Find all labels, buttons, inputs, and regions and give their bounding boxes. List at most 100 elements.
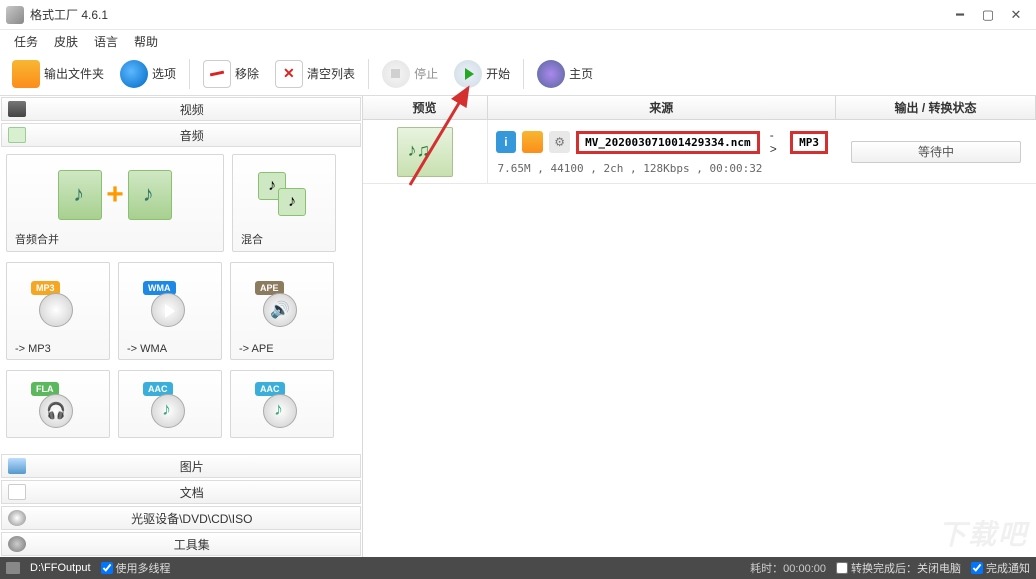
close-button[interactable]: ✕ <box>1002 4 1030 26</box>
menu-task[interactable]: 任务 <box>6 31 46 52</box>
task-source-filename: MV_202003071001429334.ncm <box>576 131 760 154</box>
stop-icon <box>382 60 410 88</box>
remove-icon <box>203 60 231 88</box>
category-tools[interactable]: 工具集 <box>1 532 361 556</box>
home-button[interactable]: 主页 <box>531 56 599 92</box>
folder-icon <box>12 60 40 88</box>
arrow-to-icon: -> <box>770 128 780 156</box>
remove-button[interactable]: 移除 <box>197 56 265 92</box>
left-panel: 视频 音频 + 音频合并 混合 MP3 -> MP3 <box>0 96 363 557</box>
card-to-aac-2[interactable]: AAC <box>230 370 334 438</box>
col-preview[interactable]: 预览 <box>363 96 488 119</box>
maximize-button[interactable]: ▢ <box>974 4 1002 26</box>
toolbar-separator <box>523 59 524 89</box>
task-info-button[interactable]: i <box>496 131 517 153</box>
category-video[interactable]: 视频 <box>1 97 361 121</box>
task-target-format: MP3 <box>790 131 828 154</box>
statusbar-output-path[interactable]: D:\FFOutput <box>30 562 91 574</box>
notify-checkbox-input[interactable] <box>971 562 983 574</box>
category-picture[interactable]: 图片 <box>1 454 361 478</box>
category-picture-label: 图片 <box>30 458 354 475</box>
menu-help[interactable]: 帮助 <box>126 31 166 52</box>
options-label: 选项 <box>152 65 176 82</box>
card-merge-label: 音频合并 <box>15 231 215 247</box>
category-video-label: 视频 <box>30 101 354 118</box>
notify-label: 完成通知 <box>986 560 1030 576</box>
disc-icon <box>8 510 26 526</box>
start-button[interactable]: 开始 <box>448 56 516 92</box>
toolbar-separator <box>368 59 369 89</box>
col-status[interactable]: 输出 / 转换状态 <box>836 96 1036 119</box>
stop-button[interactable]: 停止 <box>376 56 444 92</box>
task-media-details: 7.65M , 44100 , 2ch , 128Kbps , 00:00:32 <box>496 162 828 175</box>
task-status-cell: 等待中 <box>836 120 1036 183</box>
clear-list-button[interactable]: 清空列表 <box>269 56 361 92</box>
card-to-fla[interactable]: FLA <box>6 370 110 438</box>
menu-skin[interactable]: 皮肤 <box>46 31 86 52</box>
mp3-icon: MP3 <box>29 281 87 329</box>
audio-icon <box>8 127 26 143</box>
shutdown-checkbox-input[interactable] <box>836 562 848 574</box>
toolbar-separator <box>189 59 190 89</box>
multithread-label: 使用多线程 <box>116 560 171 576</box>
options-button[interactable]: 选项 <box>114 56 182 92</box>
document-icon <box>8 484 26 500</box>
col-source[interactable]: 来源 <box>488 96 836 119</box>
picture-icon <box>8 458 26 474</box>
options-icon <box>120 60 148 88</box>
start-label: 开始 <box>486 65 510 82</box>
done-notify-checkbox[interactable]: 完成通知 <box>971 560 1030 576</box>
statusbar: D:\FFOutput 使用多线程 耗时：00:00:00 转换完成后：关闭电脑… <box>0 557 1036 579</box>
multithread-checkbox-input[interactable] <box>101 562 113 574</box>
shutdown-after-checkbox[interactable]: 转换完成后：关闭电脑 <box>836 560 961 576</box>
task-settings-button[interactable]: ⚙ <box>549 131 570 153</box>
fla-icon: FLA <box>29 382 87 430</box>
category-audio[interactable]: 音频 <box>1 123 361 147</box>
main-area: 视频 音频 + 音频合并 混合 MP3 -> MP3 <box>0 96 1036 557</box>
menu-language[interactable]: 语言 <box>86 31 126 52</box>
category-document-label: 文档 <box>30 484 354 501</box>
card-mix-label: 混合 <box>241 231 327 247</box>
tools-icon <box>8 536 26 552</box>
elapsed-time: 耗时：00:00:00 <box>750 560 826 576</box>
window-title: 格式工厂 4.6.1 <box>30 6 946 23</box>
right-panel: 预览 来源 输出 / 转换状态 i ⚙ MV_20200307100142933… <box>363 96 1036 557</box>
task-open-folder-button[interactable] <box>522 131 543 153</box>
card-to-ape[interactable]: APE -> APE <box>230 262 334 360</box>
multithread-checkbox[interactable]: 使用多线程 <box>101 560 171 576</box>
window-controls: ━ ▢ ✕ <box>946 4 1030 26</box>
menubar: 任务 皮肤 语言 帮助 <box>0 30 1036 52</box>
category-disc-label: 光驱设备\DVD\CD\ISO <box>30 510 354 527</box>
statusbar-folder-icon[interactable] <box>6 562 20 574</box>
card-audio-mix[interactable]: 混合 <box>232 154 336 252</box>
audio-format-grid: + 音频合并 混合 MP3 -> MP3 WMA -> WMA A <box>0 148 362 453</box>
card-audio-merge[interactable]: + 音频合并 <box>6 154 224 252</box>
ape-icon: APE <box>253 281 311 329</box>
clear-icon <box>275 60 303 88</box>
card-to-mp3[interactable]: MP3 -> MP3 <box>6 262 110 360</box>
task-status-button[interactable]: 等待中 <box>851 141 1021 163</box>
card-ape-label: -> APE <box>239 343 325 355</box>
category-audio-label: 音频 <box>30 127 354 144</box>
task-column-headers: 预览 来源 输出 / 转换状态 <box>363 96 1036 120</box>
start-icon <box>454 60 482 88</box>
output-folder-label: 输出文件夹 <box>44 65 104 82</box>
category-document[interactable]: 文档 <box>1 480 361 504</box>
audio-thumb-icon <box>397 127 453 177</box>
titlebar: 格式工厂 4.6.1 ━ ▢ ✕ <box>0 0 1036 30</box>
output-folder-button[interactable]: 输出文件夹 <box>6 56 110 92</box>
task-row[interactable]: i ⚙ MV_202003071001429334.ncm -> MP3 7.6… <box>363 120 1036 184</box>
card-to-aac[interactable]: AAC <box>118 370 222 438</box>
aac-icon: AAC <box>253 382 311 430</box>
toolbar: 输出文件夹 选项 移除 清空列表 停止 开始 主页 <box>0 52 1036 96</box>
card-wma-label: -> WMA <box>127 343 213 355</box>
minimize-button[interactable]: ━ <box>946 4 974 26</box>
wma-icon: WMA <box>141 281 199 329</box>
mix-icon <box>258 172 310 218</box>
stop-label: 停止 <box>414 65 438 82</box>
category-disc[interactable]: 光驱设备\DVD\CD\ISO <box>1 506 361 530</box>
card-to-wma[interactable]: WMA -> WMA <box>118 262 222 360</box>
shutdown-label: 转换完成后：关闭电脑 <box>851 560 961 576</box>
home-icon <box>537 60 565 88</box>
app-icon <box>6 6 24 24</box>
